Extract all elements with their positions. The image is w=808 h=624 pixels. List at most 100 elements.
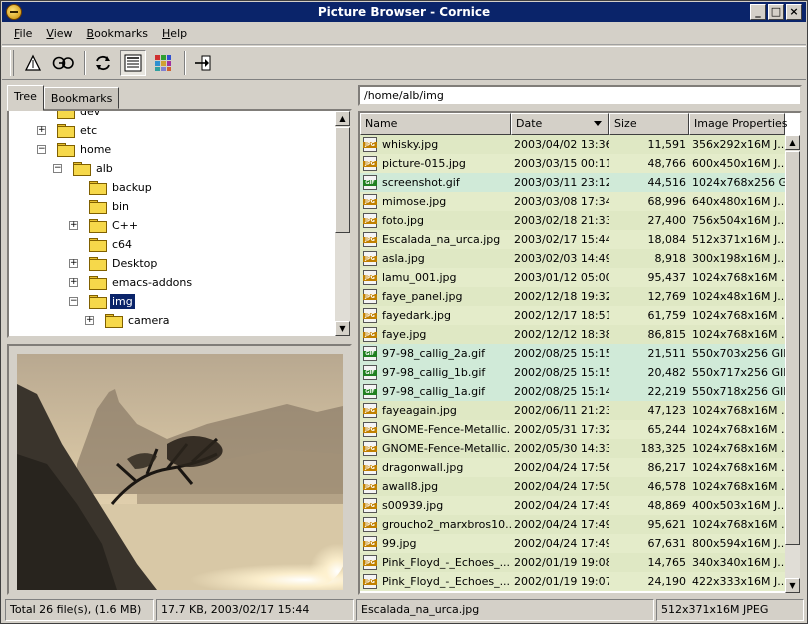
file-type-tag: GIF: [363, 180, 377, 186]
directory-tree[interactable]: dev + etc − home − alb backup bin + C++ c64 + Desktop…: [7, 109, 352, 338]
file-name-cell: JPG picture-015.jpg: [360, 156, 511, 171]
file-row[interactable]: JPG asla.jpg 2003/02/03 14:49 8,918 300x198x…: [360, 249, 785, 268]
tree-node-c-[interactable]: + C++: [69, 216, 140, 235]
thumbnails-view-button[interactable]: [150, 50, 176, 76]
expand-icon[interactable]: +: [85, 316, 94, 325]
scroll-up-button[interactable]: ▲: [335, 111, 350, 126]
tree-node-label: dev: [80, 109, 101, 118]
menu-view[interactable]: View: [40, 25, 78, 42]
file-row[interactable]: GIF 97-98_callig_1b.gif 2002/08/25 15:15 20…: [360, 363, 785, 382]
file-row[interactable]: JPG s00939.jpg 2002/04/24 17:49 48,869 400x5…: [360, 496, 785, 515]
file-row[interactable]: JPG GNOME-Fence-Metallic... 2002/05/31 17:…: [360, 420, 785, 439]
file-row[interactable]: JPG faye_panel.jpg 2002/12/18 19:32 12,769 1…: [360, 287, 785, 306]
jpg-file-icon: JPG: [363, 441, 377, 456]
column-image-properties[interactable]: Image Properties: [689, 113, 788, 135]
file-row[interactable]: JPG Pink_Floyd_-_Echoes_... 2002/01/19 19:…: [360, 572, 785, 591]
refresh-button[interactable]: [90, 50, 116, 76]
file-name: whisky.jpg: [382, 138, 439, 151]
file-row[interactable]: JPG mimose.jpg 2003/03/08 17:34 68,996 640x4…: [360, 192, 785, 211]
expand-icon[interactable]: +: [69, 259, 78, 268]
toolbar-handle[interactable]: [10, 50, 14, 76]
file-size: 44,516: [647, 176, 687, 189]
file-name-cell: JPG dragonwall.jpg: [360, 460, 511, 475]
file-row[interactable]: JPG groucho2_marxbros10... 2002/04/24 17:4…: [360, 515, 785, 534]
tree-node-dev[interactable]: dev: [57, 109, 102, 121]
tab-bookmarks[interactable]: Bookmarks: [43, 87, 120, 109]
go-button[interactable]: [50, 50, 76, 76]
exit-icon: [195, 55, 211, 71]
column-name[interactable]: Name: [360, 113, 511, 135]
menu-file[interactable]: File: [8, 25, 38, 42]
scroll-thumb[interactable]: [785, 151, 800, 545]
file-name: foto.jpg: [382, 214, 424, 227]
file-row[interactable]: JPG GNOME-Fence-Metallic... 2002/05/30 14:…: [360, 439, 785, 458]
tree-node-alb[interactable]: − alb: [53, 159, 115, 178]
tree-node-etc[interactable]: + etc: [37, 121, 99, 140]
expand-icon[interactable]: +: [37, 126, 46, 135]
expand-icon[interactable]: +: [69, 278, 78, 287]
file-image-properties: 1024x768x16M ...: [692, 423, 785, 436]
tree-node-img[interactable]: − img: [69, 292, 135, 311]
path-input[interactable]: /home/alb/img: [358, 85, 802, 106]
scroll-thumb[interactable]: [335, 127, 350, 233]
file-row[interactable]: JPG faye.jpg 2002/12/12 18:38 86,815 1024x76…: [360, 325, 785, 344]
column-size[interactable]: Size: [609, 113, 689, 135]
sort-desc-icon: [594, 121, 602, 126]
window-title: Picture Browser - Cornice: [317, 5, 491, 19]
file-size: 68,996: [647, 195, 687, 208]
collapse-icon[interactable]: −: [69, 297, 78, 306]
file-type-tag: JPG: [363, 484, 377, 490]
file-row[interactable]: JPG fayeagain.jpg 2002/06/11 21:23 47,123 10…: [360, 401, 785, 420]
file-image-properties: 550x717x256 GIF: [692, 366, 785, 379]
tree-node-bin[interactable]: bin: [89, 197, 131, 216]
scroll-up-button[interactable]: ▲: [785, 135, 800, 150]
status-total: Total 26 file(s), (1.6 MB): [5, 599, 154, 621]
tree-node-emacs-addons[interactable]: + emacs-addons: [69, 273, 194, 292]
details-view-button[interactable]: [120, 50, 146, 76]
tab-tree[interactable]: Tree: [7, 85, 44, 111]
file-row[interactable]: JPG picture-015.jpg 2003/03/15 00:11 48,766…: [360, 154, 785, 173]
file-row[interactable]: GIF 97-98_callig_1a.gif 2002/08/25 15:14 22…: [360, 382, 785, 401]
collapse-icon[interactable]: −: [53, 164, 62, 173]
file-list-scrollbar[interactable]: ▲ ▼: [785, 135, 800, 593]
file-row[interactable]: JPG lamu_001.jpg 2003/01/12 05:00 95,437 102…: [360, 268, 785, 287]
file-row[interactable]: JPG fayedark.jpg 2002/12/17 18:51 61,759 102…: [360, 306, 785, 325]
file-row[interactable]: JPG whisky.jpg 2003/04/02 13:36 11,591 356x2…: [360, 135, 785, 154]
exit-button[interactable]: [190, 50, 216, 76]
scroll-down-button[interactable]: ▼: [785, 578, 800, 593]
file-row[interactable]: JPG dragonwall.jpg 2002/04/24 17:56 86,217 1…: [360, 458, 785, 477]
file-row[interactable]: GIF screenshot.gif 2003/03/11 23:12 44,516 1…: [360, 173, 785, 192]
file-list[interactable]: Name Date Size Image Properties JPG whisk…: [358, 111, 802, 595]
menu-bookmarks[interactable]: Bookmarks: [81, 25, 154, 42]
folder-icon: [89, 181, 107, 195]
file-row[interactable]: JPG Escalada_na_urca.jpg 2003/02/17 15:44 1…: [360, 230, 785, 249]
tree-node-c64[interactable]: c64: [89, 235, 134, 254]
app-icon[interactable]: [6, 4, 22, 20]
file-name: GNOME-Fence-Metallic...: [382, 423, 511, 436]
title-bar[interactable]: Picture Browser - Cornice _ □ ×: [2, 2, 806, 22]
folder-icon: [89, 200, 107, 214]
preview-photo: [17, 354, 343, 590]
menu-help[interactable]: Help: [156, 25, 193, 42]
tree-node-backup[interactable]: backup: [89, 178, 154, 197]
expand-icon[interactable]: +: [69, 221, 78, 230]
tree-node-camera[interactable]: + camera: [85, 311, 172, 330]
tree-node-home[interactable]: − home: [37, 140, 113, 159]
file-row[interactable]: JPG 99.jpg 2002/04/24 17:49 67,631 800x594x1…: [360, 534, 785, 553]
up-button[interactable]: [20, 50, 46, 76]
tree-scrollbar[interactable]: ▲ ▼: [335, 111, 350, 336]
column-date[interactable]: Date: [511, 113, 609, 135]
close-button[interactable]: ×: [786, 4, 802, 20]
collapse-icon[interactable]: −: [37, 145, 46, 154]
maximize-button[interactable]: □: [768, 4, 784, 20]
minimize-button[interactable]: _: [750, 4, 766, 20]
tree-node-desktop[interactable]: + Desktop: [69, 254, 159, 273]
image-preview-panel: [7, 344, 352, 595]
file-row[interactable]: JPG foto.jpg 2003/02/18 21:33 27,400 756x504…: [360, 211, 785, 230]
file-row[interactable]: JPG awall8.jpg 2002/04/24 17:50 46,578 1024x…: [360, 477, 785, 496]
file-type-tag: JPG: [363, 294, 377, 300]
scroll-down-button[interactable]: ▼: [335, 321, 350, 336]
file-row[interactable]: JPG Pink_Floyd_-_Echoes_... 2002/01/19 19:…: [360, 553, 785, 572]
file-size: 24,190: [647, 575, 687, 588]
file-row[interactable]: GIF 97-98_callig_2a.gif 2002/08/25 15:15 21…: [360, 344, 785, 363]
